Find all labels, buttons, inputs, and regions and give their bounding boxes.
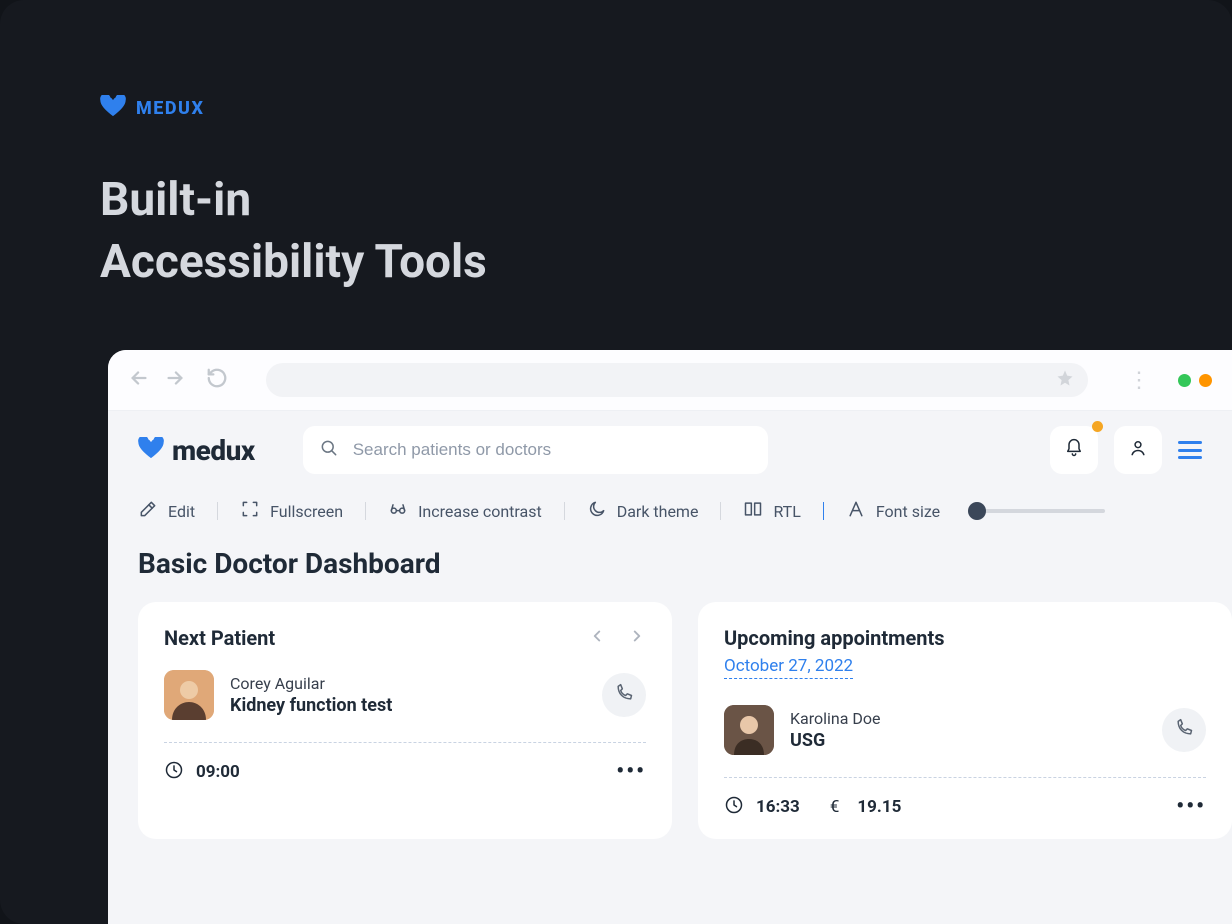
chevron-left-icon[interactable] [588, 627, 606, 650]
star-icon[interactable] [1056, 369, 1074, 391]
patient-name: Corey Aguilar [230, 674, 586, 693]
window-controls[interactable] [1178, 374, 1212, 387]
edit-label: Edit [168, 502, 195, 521]
font-label: Font size [876, 502, 940, 521]
hero-title-line2: Accessibility Tools [100, 231, 1232, 293]
moon-icon [587, 499, 607, 523]
app-logo-text: medux [172, 434, 255, 467]
fullscreen-icon [240, 499, 260, 523]
slider-knob[interactable] [968, 502, 986, 520]
more-button[interactable]: ••• [1176, 794, 1206, 819]
bell-icon [1064, 438, 1084, 462]
window-dot-green[interactable] [1178, 374, 1191, 387]
price-value: 19.15 [857, 797, 901, 817]
upcoming-card: Upcoming appointments October 27, 2022 K… [698, 602, 1232, 839]
browser-bar: ⋮ [108, 350, 1232, 411]
window-dot-orange[interactable] [1199, 374, 1212, 387]
edit-icon [138, 499, 158, 523]
patient-desc: Kidney function test [230, 695, 586, 716]
hero-title-line1: Built-in [100, 169, 1232, 231]
time-value: 16:33 [756, 797, 800, 817]
phone-icon [614, 683, 634, 707]
patient-name: Karolina Doe [790, 709, 1146, 728]
font-size-slider[interactable] [970, 509, 1105, 513]
notification-dot [1092, 421, 1103, 432]
currency-symbol: € [830, 797, 840, 817]
avatar [164, 670, 214, 720]
heart-icon [100, 95, 126, 121]
font-icon [846, 499, 866, 523]
clock-icon [164, 760, 184, 784]
card-title: Next Patient [164, 626, 275, 650]
chevron-right-icon[interactable] [628, 627, 646, 650]
reload-icon[interactable] [206, 367, 228, 394]
hero-title: Built-in Accessibility Tools [100, 169, 1232, 293]
book-icon [743, 499, 763, 523]
phone-icon [1174, 718, 1194, 742]
fullscreen-label: Fullscreen [270, 502, 343, 521]
time-value: 09:00 [196, 762, 240, 782]
hero-logo: MEDUX [100, 95, 1232, 121]
edit-tool[interactable]: Edit [138, 499, 195, 523]
font-size-tool[interactable]: Font size [846, 499, 940, 523]
user-icon [1128, 438, 1148, 462]
notifications-button[interactable] [1050, 426, 1098, 474]
contrast-tool[interactable]: Increase contrast [388, 499, 542, 523]
address-bar[interactable] [266, 363, 1088, 397]
avatar [724, 705, 774, 755]
call-button[interactable] [602, 673, 646, 717]
fullscreen-tool[interactable]: Fullscreen [240, 499, 343, 523]
forward-icon[interactable] [164, 367, 186, 394]
contrast-label: Increase contrast [418, 502, 542, 521]
rtl-label: RTL [773, 502, 800, 521]
browser-frame: ⋮ medux [108, 350, 1232, 924]
call-button[interactable] [1162, 708, 1206, 752]
back-icon[interactable] [128, 367, 150, 394]
heart-icon [138, 437, 164, 463]
clock-icon [724, 795, 744, 819]
accessibility-toolbar: Edit Fullscreen Increase contrast [108, 489, 1232, 541]
search-icon [319, 438, 339, 462]
next-patient-card: Next Patient Corey A [138, 602, 672, 839]
glasses-icon [388, 499, 408, 523]
search-input[interactable] [303, 426, 768, 474]
dark-theme-tool[interactable]: Dark theme [587, 499, 699, 523]
hero-logo-text: MEDUX [136, 98, 204, 119]
date-link[interactable]: October 27, 2022 [724, 656, 853, 679]
dark-label: Dark theme [617, 502, 699, 521]
profile-button[interactable] [1114, 426, 1162, 474]
app-logo[interactable]: medux [138, 434, 255, 467]
browser-menu-icon[interactable]: ⋮ [1128, 368, 1150, 393]
rtl-tool[interactable]: RTL [743, 499, 800, 523]
more-button[interactable]: ••• [616, 759, 646, 784]
menu-button[interactable] [1178, 441, 1202, 459]
page-title: Basic Doctor Dashboard [108, 541, 1232, 602]
patient-desc: USG [790, 730, 1146, 751]
card-title: Upcoming appointments [724, 626, 1206, 650]
